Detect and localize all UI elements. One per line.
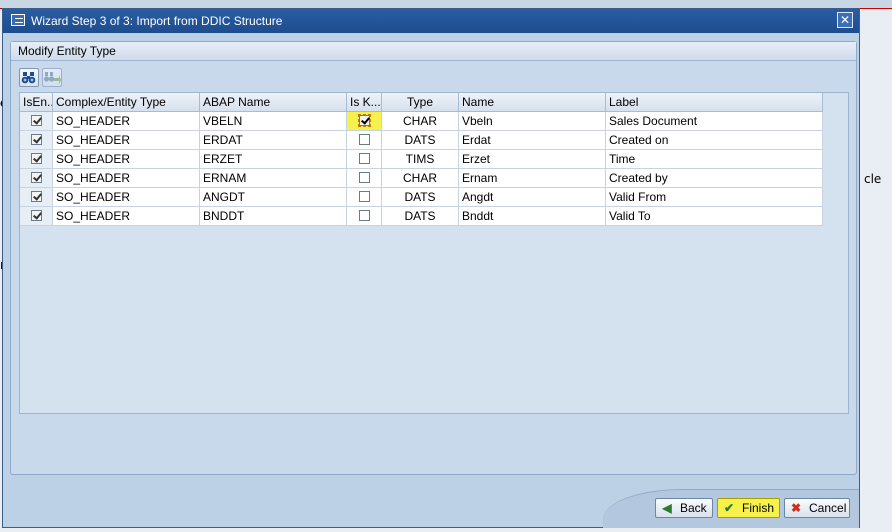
cell-is-entity xyxy=(20,207,53,226)
is-entity-checkbox[interactable] xyxy=(30,134,42,146)
cell-is-entity xyxy=(20,131,53,150)
cell-abap-name[interactable]: ERNAM xyxy=(200,169,347,188)
window-icon xyxy=(11,14,25,26)
cell-is-key xyxy=(347,207,382,226)
cell-is-key xyxy=(347,131,382,150)
cell-is-key xyxy=(347,188,382,207)
grid-toolbar xyxy=(19,68,79,88)
find-button[interactable] xyxy=(19,68,39,87)
is-entity-checkbox[interactable] xyxy=(30,153,42,165)
cell-abap-name[interactable]: BNDDT xyxy=(200,207,347,226)
cell-entity-type[interactable]: SO_HEADER xyxy=(53,169,200,188)
column-header-type[interactable]: Type xyxy=(382,93,459,112)
cancel-button-label: Cancel xyxy=(809,501,847,515)
cell-entity-type[interactable]: SO_HEADER xyxy=(53,207,200,226)
wizard-dialog: Wizard Step 3 of 3: Import from DDIC Str… xyxy=(2,8,860,528)
cell-is-entity xyxy=(20,150,53,169)
cell-label[interactable]: Valid To xyxy=(606,207,823,226)
background-text-fragment: cle xyxy=(864,172,882,186)
find-next-icon xyxy=(43,72,61,84)
binoculars-icon xyxy=(21,72,36,84)
entity-properties-grid: IsEn... Complex/Entity Type ABAP Name Is… xyxy=(19,92,849,414)
cell-label[interactable]: Created on xyxy=(606,131,823,150)
cell-is-key xyxy=(347,112,382,131)
close-button[interactable]: ✕ xyxy=(837,12,853,28)
cell-is-entity xyxy=(20,112,53,131)
finish-button-label: Finish xyxy=(742,501,775,515)
cell-type[interactable]: DATS xyxy=(382,131,459,150)
panel-title: Modify Entity Type xyxy=(18,44,116,58)
cell-type[interactable]: TIMS xyxy=(382,150,459,169)
column-header-entity-type[interactable]: Complex/Entity Type xyxy=(53,93,200,112)
cell-is-key xyxy=(347,169,382,188)
cell-name[interactable]: Vbeln xyxy=(459,112,606,131)
cell-type[interactable]: CHAR xyxy=(382,169,459,188)
cell-name[interactable]: Erdat xyxy=(459,131,606,150)
cell-entity-type[interactable]: SO_HEADER xyxy=(53,131,200,150)
cell-abap-name[interactable]: ERDAT xyxy=(200,131,347,150)
cell-type[interactable]: CHAR xyxy=(382,112,459,131)
is-key-checkbox[interactable] xyxy=(358,153,370,165)
modify-entity-panel: Modify Entity Type IsEn. Complex/Entity … xyxy=(10,41,857,475)
cell-abap-name[interactable]: VBELN xyxy=(200,112,347,131)
dialog-title: Wizard Step 3 of 3: Import from DDIC Str… xyxy=(31,14,283,28)
cell-abap-name[interactable]: ANGDT xyxy=(200,188,347,207)
column-header-label[interactable]: Label xyxy=(606,93,823,112)
column-header-is-key[interactable]: Is K... xyxy=(347,93,382,112)
is-key-checkbox[interactable] xyxy=(358,210,370,222)
panel-header: Modify Entity Type xyxy=(11,42,856,61)
cell-is-entity xyxy=(20,169,53,188)
back-button[interactable]: ◀ Back xyxy=(655,498,713,518)
cell-label[interactable]: Valid From xyxy=(606,188,823,207)
dialog-title-bar[interactable]: Wizard Step 3 of 3: Import from DDIC Str… xyxy=(3,9,859,33)
is-entity-checkbox[interactable] xyxy=(30,210,42,222)
cell-label[interactable]: Sales Document xyxy=(606,112,823,131)
back-arrow-icon: ◀ xyxy=(662,501,672,515)
cell-label[interactable]: Created by xyxy=(606,169,823,188)
back-button-label: Back xyxy=(680,501,707,515)
column-header-abap-name[interactable]: ABAP Name xyxy=(200,93,347,112)
is-key-checkbox[interactable] xyxy=(358,172,370,184)
column-header-is-entity[interactable]: IsEn... xyxy=(20,93,53,112)
cell-is-key xyxy=(347,150,382,169)
cell-entity-type[interactable]: SO_HEADER xyxy=(53,112,200,131)
is-entity-checkbox[interactable] xyxy=(30,115,42,127)
cell-entity-type[interactable]: SO_HEADER xyxy=(53,188,200,207)
cell-entity-type[interactable]: SO_HEADER xyxy=(53,150,200,169)
is-key-checkbox[interactable] xyxy=(358,191,370,203)
cell-type[interactable]: DATS xyxy=(382,207,459,226)
finish-check-icon: ✔ xyxy=(723,501,735,515)
cell-is-entity xyxy=(20,188,53,207)
find-next-button[interactable] xyxy=(42,68,62,87)
cell-label[interactable]: Time xyxy=(606,150,823,169)
is-entity-checkbox[interactable] xyxy=(30,172,42,184)
cell-type[interactable]: DATS xyxy=(382,188,459,207)
finish-button[interactable]: ✔ Finish xyxy=(717,498,780,518)
column-header-name[interactable]: Name xyxy=(459,93,606,112)
cancel-x-icon: ✖ xyxy=(790,501,802,515)
cell-name[interactable]: Ernam xyxy=(459,169,606,188)
cancel-button[interactable]: ✖ Cancel xyxy=(784,498,850,518)
cell-abap-name[interactable]: ERZET xyxy=(200,150,347,169)
is-key-checkbox[interactable] xyxy=(357,114,371,128)
cell-name[interactable]: Erzet xyxy=(459,150,606,169)
cell-name[interactable]: Angdt xyxy=(459,188,606,207)
is-entity-checkbox[interactable] xyxy=(30,191,42,203)
is-key-checkbox[interactable] xyxy=(358,134,370,146)
dialog-footer: ◀ Back ✔ Finish ✖ Cancel xyxy=(3,481,859,528)
close-icon: ✕ xyxy=(839,13,851,27)
cell-name[interactable]: Bnddt xyxy=(459,207,606,226)
